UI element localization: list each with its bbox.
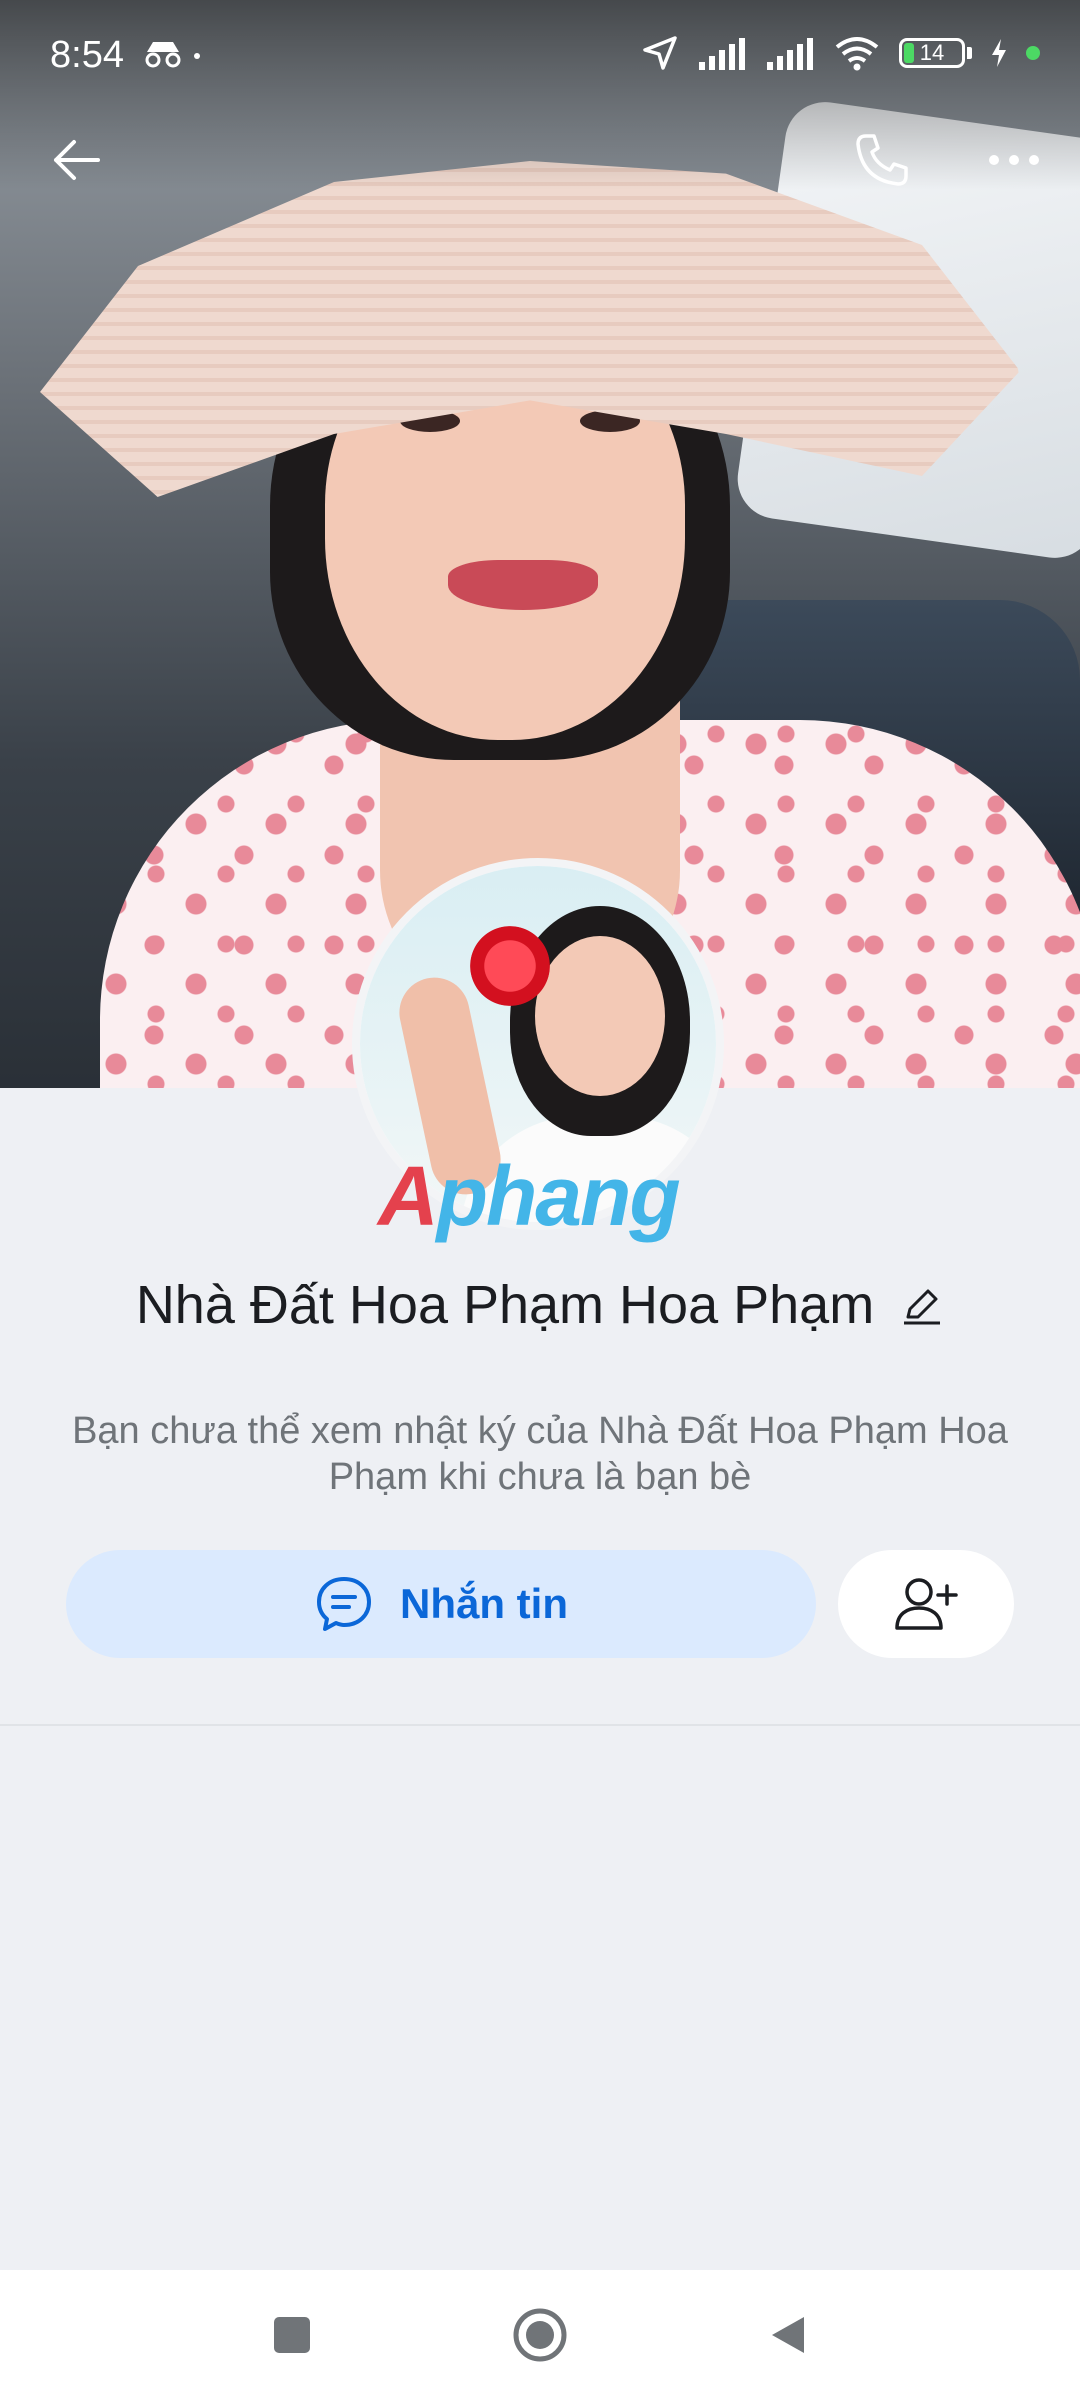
back-button[interactable] [36, 120, 116, 200]
system-navigation-bar [0, 2270, 1080, 2400]
watermark-logo: Aphang [378, 1148, 681, 1245]
arrow-left-icon [54, 140, 100, 180]
more-button[interactable] [974, 120, 1054, 200]
signal-icon-2 [767, 38, 813, 70]
avatar-flower [470, 926, 550, 1006]
battery-tip [967, 47, 972, 59]
phone-icon [856, 134, 908, 186]
more-horizontal-icon [989, 155, 1039, 165]
call-button[interactable] [842, 120, 922, 200]
signal-icon [699, 38, 745, 70]
status-right: 14 [641, 34, 1040, 72]
add-friend-button[interactable] [838, 1550, 1014, 1658]
wifi-icon [835, 37, 879, 71]
watermark-part2: phang [436, 1149, 681, 1243]
section-divider [0, 1724, 1080, 1726]
battery-fill [904, 43, 914, 63]
lips [448, 560, 598, 610]
pencil-icon[interactable] [900, 1283, 944, 1327]
profile-name-row: Nhà Đất Hoa Phạm Hoa Phạm [0, 1270, 1080, 1340]
watermark-part1: A [378, 1149, 439, 1243]
chat-bubble-icon [317, 1577, 371, 1631]
battery-indicator: 14 [899, 38, 965, 68]
square-icon[interactable] [272, 2315, 312, 2355]
battery-level: 14 [919, 40, 945, 65]
triangle-back-icon[interactable] [768, 2313, 808, 2357]
message-button-label: Nhắn tin [400, 1580, 568, 1627]
user-plus-icon [895, 1578, 958, 1630]
profile-name: Nhà Đất Hoa Phạm Hoa Phạm [135, 1275, 875, 1335]
notification-icons [145, 40, 215, 78]
incognito-icon [145, 42, 200, 68]
circle-icon[interactable] [512, 2307, 568, 2363]
location-icon [643, 36, 677, 70]
status-time: 8:54 [50, 34, 124, 76]
charging-icon [992, 39, 1006, 67]
message-button[interactable]: Nhắn tin [66, 1550, 816, 1658]
privacy-dot [1026, 46, 1040, 60]
status-bar: 8:54 14 [0, 0, 1080, 110]
avatar-face [535, 936, 665, 1096]
privacy-notice: Bạn chưa thể xem nhật ký của Nhà Đất Hoa… [72, 1410, 1008, 1498]
